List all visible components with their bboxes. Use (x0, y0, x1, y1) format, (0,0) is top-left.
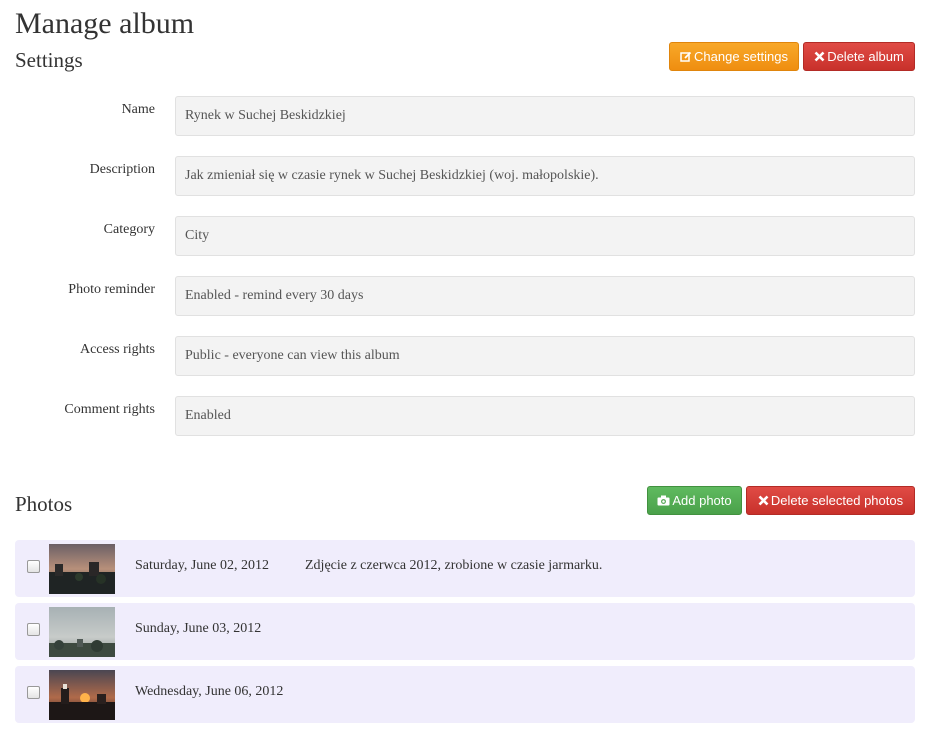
camera-icon (657, 495, 670, 506)
field-comment-rights-label: Comment rights (64, 402, 155, 417)
delete-album-label: Delete album (827, 49, 904, 64)
field-category-label: Category (103, 222, 155, 237)
field-access-rights: Access rights Public - everyone can view… (0, 336, 930, 376)
photos-title: Photos (15, 492, 73, 516)
photo-select-checkbox[interactable] (27, 560, 40, 573)
field-photo-reminder: Photo reminder Enabled - remind every 30… (0, 276, 930, 316)
field-access-rights-value: Public - everyone can view this album (175, 336, 915, 376)
add-photo-button[interactable]: Add photo (647, 486, 742, 515)
field-photo-reminder-label: Photo reminder (68, 282, 155, 297)
field-name-value: Rynek w Suchej Beskidzkiej (175, 96, 915, 136)
field-access-rights-label: Access rights (79, 342, 155, 357)
page-title: Manage album (15, 7, 195, 40)
delete-album-button[interactable]: Delete album (803, 42, 915, 71)
settings-title: Settings (15, 48, 83, 72)
close-icon (814, 51, 825, 62)
close-icon (758, 495, 769, 506)
photo-date: Wednesday, June 06, 2012 (135, 684, 284, 699)
field-name: Name Rynek w Suchej Beskidzkiej (0, 96, 930, 136)
field-photo-reminder-value: Enabled - remind every 30 days (175, 276, 915, 316)
photo-description: Zdjęcie z czerwca 2012, zrobione w czasi… (305, 558, 603, 573)
photo-thumbnail[interactable] (49, 544, 115, 594)
photo-select-checkbox[interactable] (27, 686, 40, 699)
photo-thumbnail[interactable] (49, 607, 115, 657)
photo-row: Sunday, June 03, 2012 (15, 603, 915, 660)
photo-select-checkbox[interactable] (27, 623, 40, 636)
photo-date: Sunday, June 03, 2012 (135, 621, 262, 636)
field-description-label: Description (89, 162, 155, 177)
change-settings-button[interactable]: Change settings (669, 42, 799, 71)
delete-selected-photos-label: Delete selected photos (770, 493, 904, 508)
field-category: Category City (0, 216, 930, 256)
add-photo-label: Add photo (672, 493, 732, 508)
photo-date: Saturday, June 02, 2012 (135, 558, 270, 573)
field-comment-rights: Comment rights Enabled (0, 396, 930, 436)
field-description: Description Jak zmieniał się w czasie ry… (0, 156, 930, 196)
photo-row: Saturday, June 02, 2012 Zdjęcie z czerwc… (15, 540, 915, 597)
field-category-value: City (175, 216, 915, 256)
photo-thumbnail[interactable] (49, 670, 115, 720)
field-description-value: Jak zmieniał się w czasie rynek w Suchej… (175, 156, 915, 196)
field-name-label: Name (121, 102, 155, 117)
photo-row: Wednesday, June 06, 2012 (15, 666, 915, 723)
delete-selected-photos-button[interactable]: Delete selected photos (746, 486, 915, 515)
edit-icon (680, 51, 692, 63)
change-settings-label: Change settings (694, 49, 788, 64)
field-comment-rights-value: Enabled (175, 396, 915, 436)
